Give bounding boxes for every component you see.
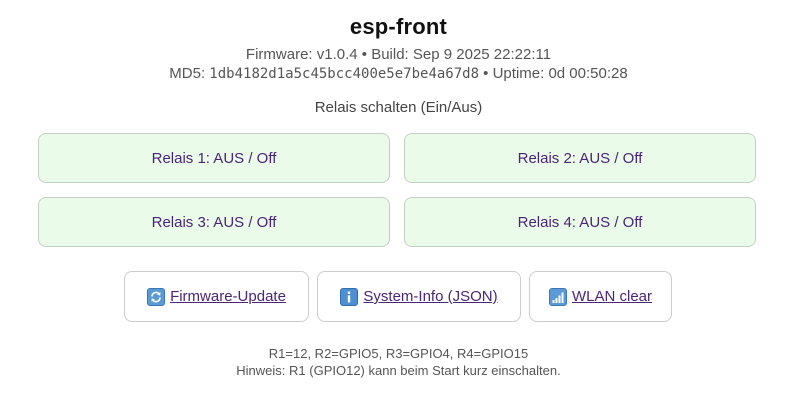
relay-2-button[interactable]: Relais 2: AUS / Off bbox=[404, 133, 756, 183]
md5-uptime-line: MD5: 1db4182d1a5c45bcc400e5e7be4a67d8 • … bbox=[0, 65, 797, 82]
firmware-info: Firmware: v1.0.4 • Build: Sep 9 2025 22:… bbox=[245, 46, 552, 63]
relay-3-button[interactable]: Relais 3: AUS / Off bbox=[38, 197, 390, 247]
firmware-update-button[interactable]: Firmware-Update bbox=[124, 271, 309, 322]
system-info-link[interactable]: System-Info (JSON) bbox=[363, 288, 497, 305]
md5-label: MD5: bbox=[169, 65, 210, 82]
gpio-mapping: R1=12, R2=GPIO5, R3=GPIO4, R4=GPIO15 bbox=[268, 346, 529, 361]
gpio-hint: Hinweis: R1 (GPIO12) kann beim Start kur… bbox=[236, 363, 561, 378]
signal-icon bbox=[548, 287, 567, 306]
system-info-button[interactable]: System-Info (JSON) bbox=[317, 271, 521, 322]
wlan-clear-link[interactable]: WLAN clear bbox=[572, 288, 652, 305]
refresh-icon bbox=[147, 287, 166, 306]
wlan-clear-button[interactable]: WLAN clear bbox=[529, 271, 672, 322]
uptime-text: • Uptime: 0d 00:50:28 bbox=[479, 65, 628, 82]
md5-value: 1db4182d1a5c45bcc400e5e7be4a67d8 bbox=[209, 66, 480, 82]
firmware-update-link[interactable]: Firmware-Update bbox=[170, 288, 286, 305]
page-title: esp-front bbox=[349, 14, 448, 39]
relay-4-button[interactable]: Relais 4: AUS / Off bbox=[404, 197, 756, 247]
relay-section-heading: Relais schalten (Ein/Aus) bbox=[314, 99, 483, 116]
relay-1-button[interactable]: Relais 1: AUS / Off bbox=[38, 133, 390, 183]
info-icon bbox=[340, 287, 359, 306]
